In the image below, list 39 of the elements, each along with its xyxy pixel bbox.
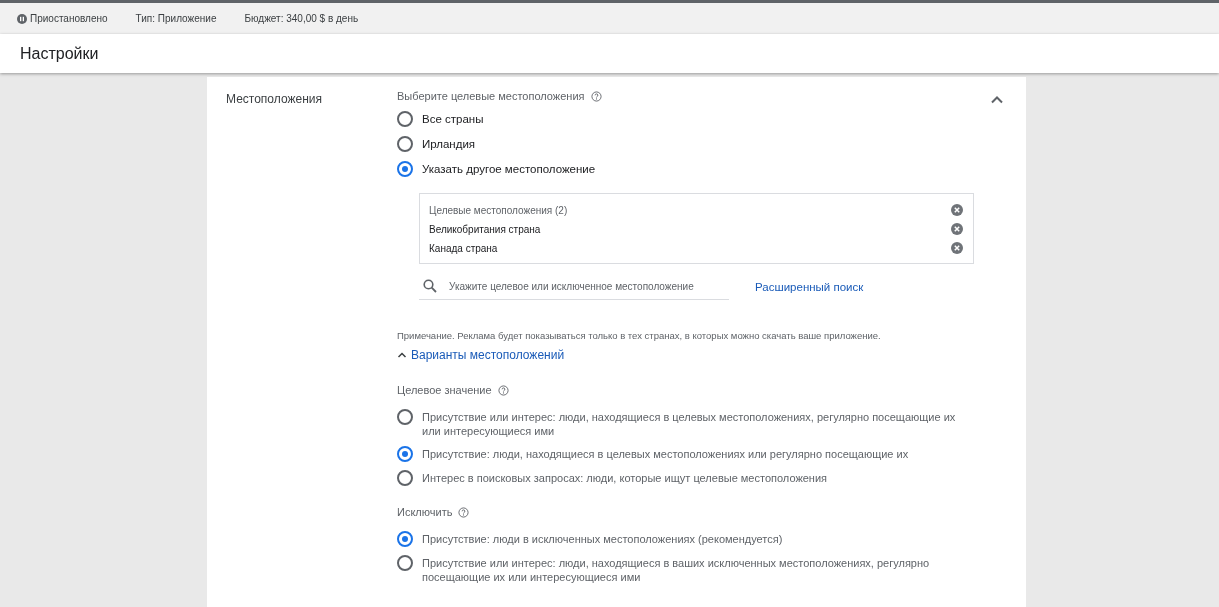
radio-button[interactable] xyxy=(397,136,413,152)
type-text: Тип: Приложение xyxy=(135,13,217,24)
section-label: Местоположения xyxy=(226,91,323,108)
radio-button[interactable] xyxy=(397,470,413,486)
location-item: Великобритания страна xyxy=(429,223,541,235)
radio-button[interactable] xyxy=(397,161,413,177)
radio-button[interactable] xyxy=(397,555,413,571)
remove-icon[interactable] xyxy=(951,204,963,216)
radio-label: Присутствие или интерес: люди, находящиеся в целевых местоположениях, регулярно посещающие их или интересующиеся ими xyxy=(422,410,957,438)
radio-label: Присутствие: люди в исключенных местоположениях (рекомендуется) xyxy=(422,532,783,546)
help-icon[interactable] xyxy=(458,506,470,518)
help-icon[interactable] xyxy=(590,90,602,102)
radio-label: Интерес в поисковых запросах: люди, которые ищут целевые местоположения xyxy=(422,471,828,485)
pause-icon xyxy=(17,13,27,24)
radio-button[interactable] xyxy=(397,111,413,127)
radio-label: Ирландия xyxy=(422,137,476,151)
note-text: Примечание. Реклама будет показываться только в тех странах, в которых можно скачать ваше приложение. xyxy=(397,330,882,341)
advanced-search-link[interactable]: Расширенный поиск xyxy=(755,280,864,293)
search-icon xyxy=(423,279,437,293)
radio-button[interactable] xyxy=(397,531,413,547)
remove-icon[interactable] xyxy=(951,223,963,235)
budget-text: Бюджет: 340,00 $ в день xyxy=(244,13,359,24)
status-text: Приостановлено xyxy=(30,13,108,24)
page-title: Настройки xyxy=(20,44,99,63)
radio-button[interactable] xyxy=(397,409,413,425)
location-options-toggle[interactable]: Варианты местоположений xyxy=(397,348,565,362)
radio-label: Все страны xyxy=(422,112,484,126)
field-heading: Целевое значение xyxy=(397,384,492,396)
location-item: Канада страна xyxy=(429,242,498,254)
search-field[interactable]: Укажите целевое или исключенное местоположение xyxy=(449,280,729,292)
radio-label: Указать другое местоположение xyxy=(422,162,596,176)
radio-label: Присутствие: люди, находящиеся в целевых местоположениях или регулярно посещающие их xyxy=(422,447,909,461)
field-heading: Исключить xyxy=(397,506,453,518)
radio-label: Присутствие или интерес: люди, находящиеся в ваших исключенных местоположениях, регулярно посещающие их или интересующиеся ими xyxy=(422,556,931,584)
remove-icon[interactable] xyxy=(951,242,963,254)
field-heading: Выберите целевые местоположения xyxy=(397,90,585,102)
radio-button[interactable] xyxy=(397,446,413,462)
panel-heading: Целевые местоположения (2) xyxy=(429,204,568,216)
help-icon[interactable] xyxy=(497,384,509,396)
